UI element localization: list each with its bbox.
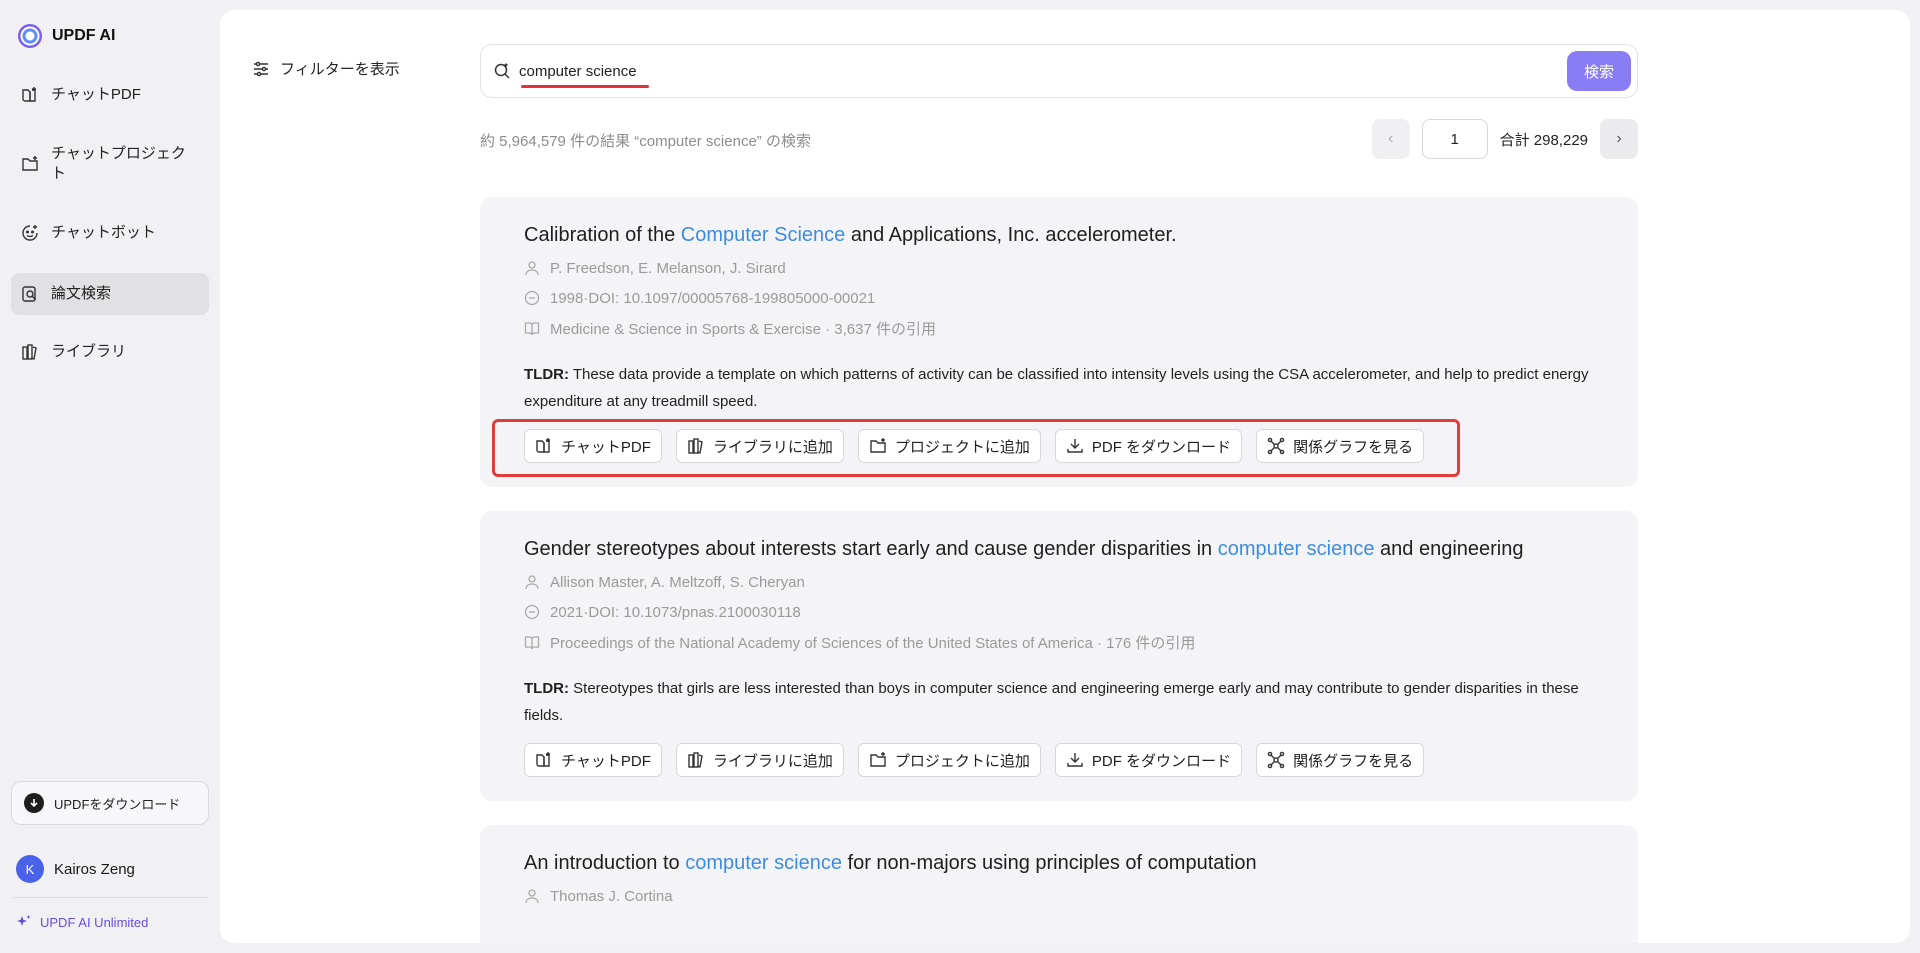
sidebar-item-paper-search[interactable]: 論文検索 <box>11 273 209 315</box>
library-icon <box>688 752 703 768</box>
search-icon <box>494 63 510 79</box>
chat-pdf-button[interactable]: チャットPDF <box>524 743 662 777</box>
search-input[interactable] <box>519 62 1499 80</box>
paper-actions: チャットPDF ライブラリに追加 プロジェクトに追加 PDF をダウンロード 関… <box>492 419 1594 477</box>
paper-actions: チャットPDF ライブラリに追加 プロジェクトに追加 PDF をダウンロード 関… <box>524 743 1594 777</box>
paper-journal: Medicine & Science in Sports & Exercise … <box>524 317 1594 339</box>
sidebar-item-label: チャットPDF <box>51 86 141 103</box>
result-summary: 約 5,964,579 件の結果 “computer science” の検索 <box>480 133 811 150</box>
view-graph-button[interactable]: 関係グラフを見る <box>1256 429 1425 463</box>
paper-title[interactable]: Calibration of the Computer Science and … <box>524 221 1594 249</box>
user-profile[interactable]: K Kairos Zeng <box>16 855 135 883</box>
sidebar-divider <box>13 897 207 898</box>
download-pdf-button[interactable]: PDF をダウンロード <box>1054 743 1243 777</box>
paper-search-icon <box>22 286 37 302</box>
chat-pdf-icon <box>536 438 550 453</box>
chat-pdf-button[interactable]: チャットPDF <box>524 429 662 463</box>
next-page-button[interactable]: › <box>1600 119 1638 159</box>
person-icon <box>525 261 539 276</box>
book-icon <box>524 636 540 650</box>
folder-icon <box>22 156 38 171</box>
add-to-project-button[interactable]: プロジェクトに追加 <box>857 429 1041 463</box>
doi-icon <box>524 604 540 620</box>
sidebar-item-label: チャットプロジェクト <box>51 145 186 182</box>
sidebar-item-chat-pdf[interactable]: チャットPDF <box>11 78 209 112</box>
person-icon <box>525 889 539 904</box>
graph-icon <box>1267 751 1285 769</box>
add-to-library-button[interactable]: ライブラリに追加 <box>675 743 844 777</box>
avatar: K <box>16 855 44 883</box>
chevron-right-icon: › <box>1616 130 1622 147</box>
folder-add-icon <box>870 752 886 767</box>
download-icon <box>1067 439 1083 453</box>
paper-doi: 1998·DOI: 10.1097/00005768-199805000-000… <box>524 287 1594 309</box>
paper-card: An introduction to computer science for … <box>480 825 1638 943</box>
paper-card: Gender stereotypes about interests start… <box>480 511 1638 801</box>
plan-link[interactable]: UPDF AI Unlimited <box>16 914 148 930</box>
user-name: Kairos Zeng <box>54 860 135 878</box>
paper-tldr: TLDR: These data provide a template on w… <box>524 366 1589 410</box>
book-icon <box>524 322 540 336</box>
pagination: ‹ 1 合計 298,229 › <box>1371 119 1638 159</box>
sidebar-item-chat-project[interactable]: チャットプロジェクト <box>11 140 209 188</box>
prev-page-button[interactable]: ‹ <box>1371 119 1410 159</box>
updf-logo-icon <box>18 24 42 48</box>
bot-icon <box>22 225 38 241</box>
download-icon <box>1067 753 1083 767</box>
paper-doi: 2021·DOI: 10.1073/pnas.2100030118 <box>524 601 1594 623</box>
page-number-input[interactable]: 1 <box>1421 119 1488 159</box>
main-panel: フィルターを表示 検索 約 5,964,579 件の結果 “computer s… <box>220 10 1910 943</box>
search-button[interactable]: 検索 <box>1567 51 1631 91</box>
sidebar-item-library[interactable]: ライブラリ <box>11 335 209 369</box>
sidebar-item-label: 論文検索 <box>51 285 112 302</box>
sidebar-item-label: ライブラリ <box>51 343 127 360</box>
app-name: UPDF AI <box>52 27 116 44</box>
annotation-underline <box>521 85 649 88</box>
graph-icon <box>1267 437 1285 455</box>
library-icon <box>688 438 703 454</box>
sparkle-icon <box>17 915 31 926</box>
download-icon <box>24 793 44 813</box>
total-pages: 合計 298,229 <box>1499 131 1588 149</box>
sidebar-item-chatbot[interactable]: チャットボット <box>11 216 209 250</box>
plan-label: UPDF AI Unlimited <box>40 914 149 930</box>
download-updf-label: UPDFをダウンロード <box>54 796 181 812</box>
paper-title[interactable]: Gender stereotypes about interests start… <box>524 535 1594 563</box>
filter-label: フィルターを表示 <box>280 61 400 78</box>
folder-add-icon <box>870 438 886 453</box>
paper-title[interactable]: An introduction to computer science for … <box>524 849 1594 877</box>
sidebar-item-label: チャットボット <box>51 224 156 241</box>
library-icon <box>22 344 37 360</box>
view-graph-button[interactable]: 関係グラフを見る <box>1256 743 1425 777</box>
paper-card: Calibration of the Computer Science and … <box>480 197 1638 487</box>
person-icon <box>525 575 539 590</box>
paper-journal: Proceedings of the National Academy of S… <box>524 631 1594 653</box>
paper-authors: Thomas J. Cortina <box>524 885 1594 907</box>
paper-tldr: TLDR: Stereotypes that girls are less in… <box>524 680 1579 724</box>
sidebar: UPDF AI チャットPDF チャットプロジェクト チャットボット 論文検索 … <box>0 0 220 953</box>
app-logo[interactable]: UPDF AI <box>18 24 115 48</box>
paper-authors: P. Freedson, E. Melanson, J. Sirard <box>524 257 1594 279</box>
search-bar: 検索 <box>480 44 1638 98</box>
chat-pdf-icon <box>536 752 550 767</box>
show-filter-button[interactable]: フィルターを表示 <box>252 58 400 79</box>
chat-pdf-icon <box>22 87 36 102</box>
download-pdf-button[interactable]: PDF をダウンロード <box>1054 429 1243 463</box>
filter-icon <box>254 61 268 76</box>
download-updf-button[interactable]: UPDFをダウンロード <box>11 781 209 825</box>
add-to-library-button[interactable]: ライブラリに追加 <box>675 429 844 463</box>
paper-authors: Allison Master, A. Meltzoff, S. Cheryan <box>524 571 1594 593</box>
chevron-left-icon: ‹ <box>1387 130 1394 147</box>
add-to-project-button[interactable]: プロジェクトに追加 <box>857 743 1041 777</box>
doi-icon <box>524 290 540 306</box>
